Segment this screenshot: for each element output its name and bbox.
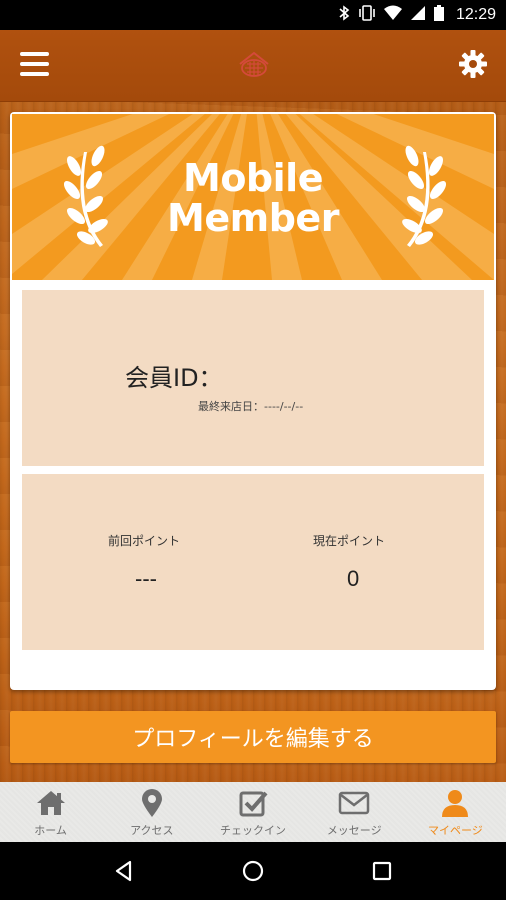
current-points-value: 0 [347,566,360,591]
tab-mypage-label: マイページ [428,824,483,837]
edit-profile-button[interactable]: プロフィールを編集する [10,711,496,763]
envelope-icon [338,791,370,815]
tab-home-label: ホーム [34,824,67,837]
status-bar: 12:29 [0,0,506,30]
last-visit-date: 最終来店日：----/--/-- [198,400,304,413]
member-id-label: 会員ID： [125,364,223,392]
map-pin-icon [141,789,162,817]
tab-access-label: アクセス [130,824,174,837]
hamburger-menu-icon[interactable] [20,52,49,76]
previous-points-label: 前回ポイント [108,534,181,548]
restaurant-logo-icon [237,50,271,80]
bottom-tab-bar: ホーム アクセス チェックイン メッセージ マイページ [0,782,506,842]
tab-home[interactable]: ホーム [0,782,101,842]
signal-icon [410,5,426,25]
banner-title: Mobile Member [12,158,494,238]
person-icon [442,790,469,817]
tab-message-label: メッセージ [326,824,382,837]
tab-mypage[interactable]: マイページ [405,782,506,842]
back-icon[interactable] [112,859,136,883]
points-panel: 前回ポイント --- 現在ポイント 0 [22,474,484,650]
battery-icon [433,5,444,25]
tab-access[interactable]: アクセス [101,782,202,842]
tab-checkin[interactable]: チェックイン [202,782,303,842]
wifi-icon [383,5,402,25]
previous-points-value: --- [135,566,157,591]
bluetooth-icon [338,5,350,25]
home-icon [36,791,65,815]
banner-title-line2: Member [167,196,339,240]
banner-title-line1: Mobile [183,156,323,200]
status-time: 12:29 [455,6,496,23]
gear-icon[interactable] [458,49,488,79]
mobile-member-banner: Mobile Member [12,114,494,280]
home-button-icon[interactable] [241,859,265,883]
recents-icon[interactable] [370,859,394,883]
member-card: Mobile Member 会員ID： 最終来店日：----/--/-- 前回ポ… [10,112,496,690]
tab-message[interactable]: メッセージ [304,782,405,842]
vibrate-icon [358,5,376,25]
system-nav-bar [0,842,506,900]
member-id-panel: 会員ID： 最終来店日：----/--/-- [22,290,484,466]
current-points-label: 現在ポイント [313,534,386,548]
tab-checkin-label: チェックイン [220,824,286,837]
checkbox-icon [239,791,268,817]
